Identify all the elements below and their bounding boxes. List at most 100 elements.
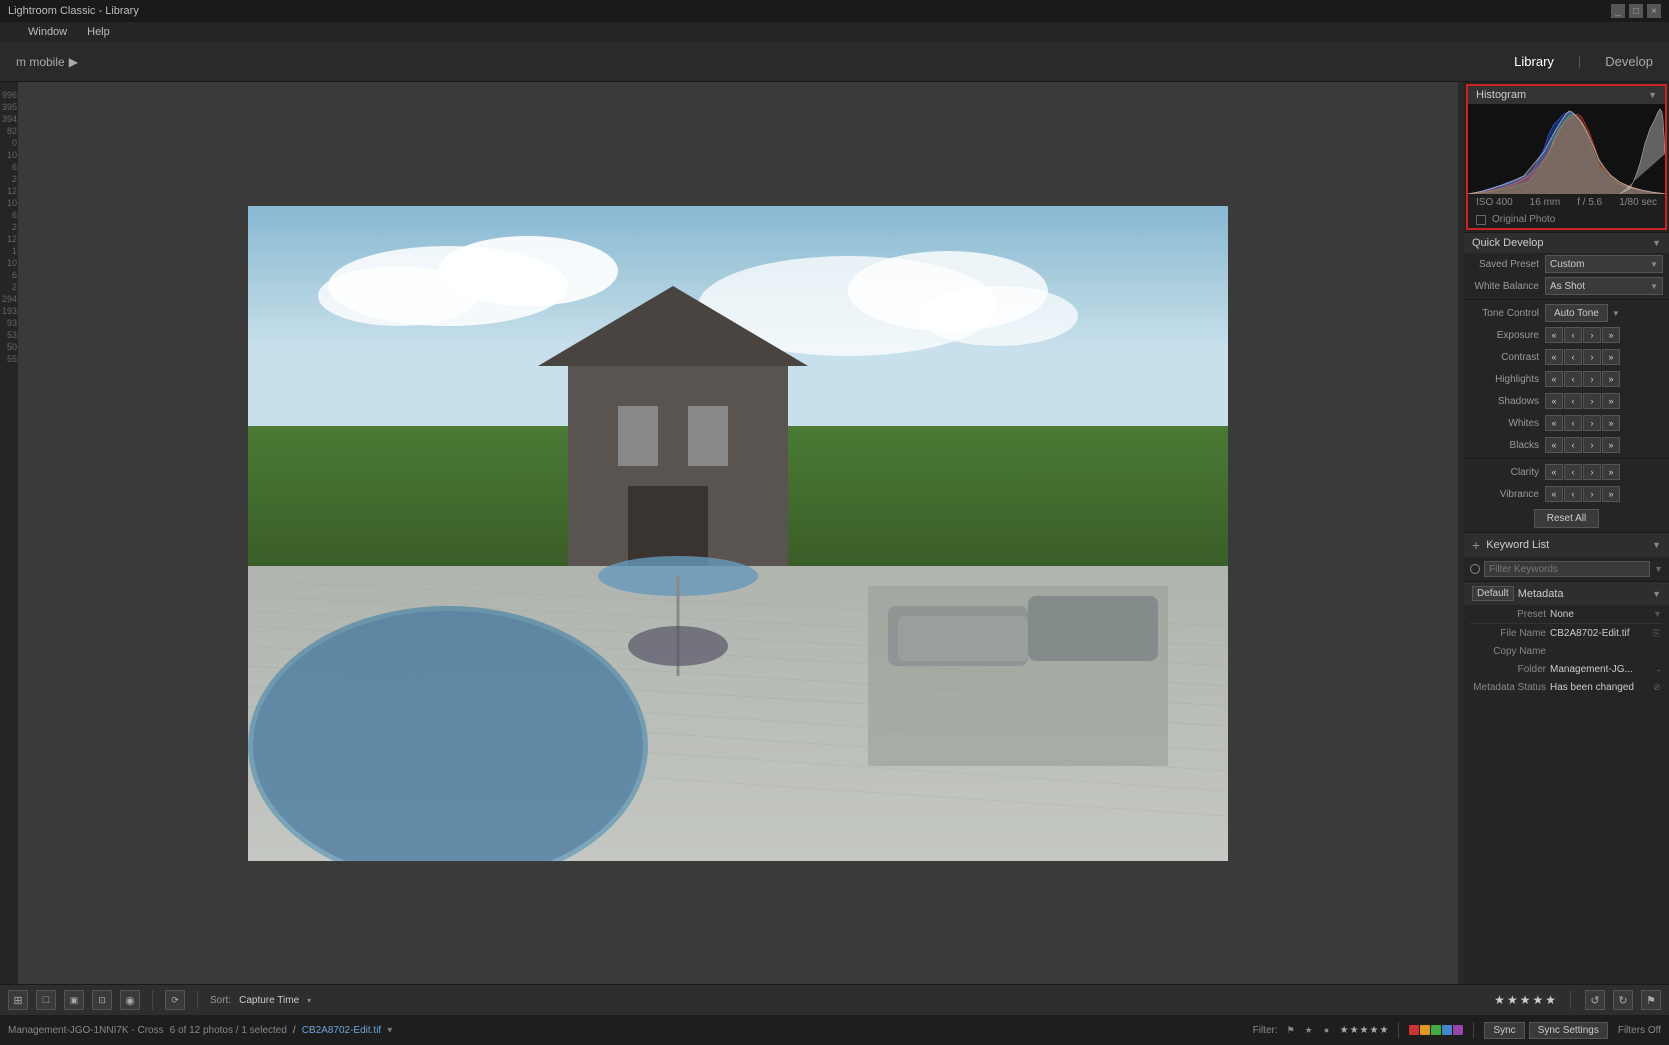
filter-star-3[interactable]: ★	[1360, 1025, 1369, 1036]
color-filter-icon[interactable]: ●	[1320, 1023, 1334, 1037]
main-layout: 996 395 394 82 0 10 6 2 12 10 6 2 12 1 1…	[0, 82, 1669, 984]
filter-keyword-toggle[interactable]	[1470, 564, 1480, 574]
file-name-copy-icon[interactable]: ⎘	[1653, 628, 1663, 639]
close-button[interactable]: ×	[1647, 4, 1661, 18]
nav-tab-develop[interactable]: Develop	[1605, 54, 1653, 69]
color-label-green[interactable]	[1431, 1025, 1441, 1035]
contrast-increment[interactable]: ›	[1583, 349, 1601, 365]
exposure-increment-large[interactable]: »	[1602, 327, 1620, 343]
shadows-decrement-large[interactable]: «	[1545, 393, 1563, 409]
star-1[interactable]: ★	[1494, 993, 1505, 1007]
rotate-left-button[interactable]: ↺	[1585, 990, 1605, 1010]
saved-preset-select[interactable]: Custom ▼	[1545, 255, 1663, 273]
compare-view-button[interactable]: ▣	[64, 990, 84, 1010]
sync-settings-button[interactable]: Sync Settings	[1529, 1022, 1608, 1039]
maximize-button[interactable]: □	[1629, 4, 1643, 18]
flag-button[interactable]: ⚑	[1641, 990, 1661, 1010]
window-controls[interactable]: _ □ ×	[1611, 4, 1661, 18]
grid-view-button[interactable]: ⊞	[8, 990, 28, 1010]
main-photo	[248, 206, 1228, 861]
keywording-add-icon[interactable]: +	[1472, 537, 1480, 553]
shadows-increment-large[interactable]: »	[1602, 393, 1620, 409]
quick-develop-title: Quick Develop	[1472, 237, 1544, 249]
color-label-red[interactable]	[1409, 1025, 1419, 1035]
whites-increment-large[interactable]: »	[1602, 415, 1620, 431]
sort-value[interactable]: Capture Time	[239, 995, 299, 1006]
exposure-decrement-large[interactable]: «	[1545, 327, 1563, 343]
histogram-display	[1468, 104, 1665, 194]
filter-label: Filter:	[1253, 1025, 1278, 1036]
exposure-decrement[interactable]: ‹	[1564, 327, 1582, 343]
blacks-decrement[interactable]: ‹	[1564, 437, 1582, 453]
metadata-header[interactable]: Default Metadata ▼	[1464, 582, 1669, 605]
metadata-status-value: Has been changed	[1550, 682, 1653, 693]
auto-tone-button[interactable]: Auto Tone	[1545, 304, 1608, 322]
clarity-increment[interactable]: ›	[1583, 464, 1601, 480]
folder-navigate-icon[interactable]: →	[1653, 664, 1663, 674]
menu-help[interactable]: Help	[83, 26, 114, 38]
app-title: Lightroom Classic - Library	[8, 5, 139, 17]
rotate-view-button[interactable]: ⟳	[165, 990, 185, 1010]
keywording-header[interactable]: + Keyword List ▼	[1464, 533, 1669, 557]
rotate-right-button[interactable]: ↻	[1613, 990, 1633, 1010]
vibrance-increment-large[interactable]: »	[1602, 486, 1620, 502]
sync-button[interactable]: Sync	[1484, 1022, 1524, 1039]
clarity-decrement-large[interactable]: «	[1545, 464, 1563, 480]
keyword-filter-input[interactable]	[1484, 561, 1650, 577]
blacks-increment[interactable]: ›	[1583, 437, 1601, 453]
whites-decrement-large[interactable]: «	[1545, 415, 1563, 431]
shadows-decrement[interactable]: ‹	[1564, 393, 1582, 409]
minimize-button[interactable]: _	[1611, 4, 1625, 18]
star-3[interactable]: ★	[1520, 993, 1531, 1007]
highlights-decrement-large[interactable]: «	[1545, 371, 1563, 387]
people-view-button[interactable]: ◉	[120, 990, 140, 1010]
original-photo-checkbox[interactable]	[1476, 215, 1486, 225]
blacks-decrement-large[interactable]: «	[1545, 437, 1563, 453]
reset-all-button[interactable]: Reset All	[1534, 509, 1599, 528]
highlights-increment[interactable]: ›	[1583, 371, 1601, 387]
highlights-decrement[interactable]: ‹	[1564, 371, 1582, 387]
panel-num-2: 395	[1, 102, 17, 112]
survey-view-button[interactable]: ⊡	[92, 990, 112, 1010]
filter-star-2[interactable]: ★	[1350, 1025, 1359, 1036]
blacks-increment-large[interactable]: »	[1602, 437, 1620, 453]
filter-star-1[interactable]: ★	[1340, 1025, 1349, 1036]
filter-star-5[interactable]: ★	[1379, 1025, 1388, 1036]
color-label-purple[interactable]	[1453, 1025, 1463, 1035]
vibrance-decrement-large[interactable]: «	[1545, 486, 1563, 502]
filter-star-4[interactable]: ★	[1370, 1025, 1379, 1036]
qd-divider-2	[1464, 458, 1669, 459]
mobile-arrow[interactable]: ▶	[69, 55, 78, 69]
whites-increment[interactable]: ›	[1583, 415, 1601, 431]
star-4[interactable]: ★	[1532, 993, 1543, 1007]
contrast-increment-large[interactable]: »	[1602, 349, 1620, 365]
star-5[interactable]: ★	[1545, 993, 1556, 1007]
color-label-blue[interactable]	[1442, 1025, 1452, 1035]
metadata-default-select[interactable]: Default	[1472, 586, 1514, 601]
current-filename[interactable]: CB2A8702-Edit.tif	[302, 1025, 382, 1036]
flag-filter-icon[interactable]: ⚑	[1284, 1023, 1298, 1037]
star-filter-icon[interactable]: ★	[1302, 1023, 1316, 1037]
quick-develop-header[interactable]: Quick Develop ▼	[1464, 233, 1669, 253]
vibrance-increment[interactable]: ›	[1583, 486, 1601, 502]
histogram-header[interactable]: Histogram ▼	[1468, 86, 1665, 104]
clarity-increment-large[interactable]: »	[1602, 464, 1620, 480]
vibrance-decrement[interactable]: ‹	[1564, 486, 1582, 502]
metadata-status-icon[interactable]: ⊘	[1653, 682, 1663, 693]
panel-num-4: 82	[1, 126, 17, 136]
contrast-decrement-large[interactable]: «	[1545, 349, 1563, 365]
star-2[interactable]: ★	[1507, 993, 1518, 1007]
white-balance-select[interactable]: As Shot ▼	[1545, 277, 1663, 295]
exposure-increment[interactable]: ›	[1583, 327, 1601, 343]
loupe-view-button[interactable]: □	[36, 990, 56, 1010]
clarity-row: Clarity « ‹ › »	[1464, 461, 1669, 483]
filter-icons: ⚑ ★ ●	[1284, 1023, 1334, 1037]
shadows-increment[interactable]: ›	[1583, 393, 1601, 409]
contrast-decrement[interactable]: ‹	[1564, 349, 1582, 365]
nav-tab-library[interactable]: Library	[1514, 54, 1554, 69]
color-label-yellow[interactable]	[1420, 1025, 1430, 1035]
clarity-decrement[interactable]: ‹	[1564, 464, 1582, 480]
whites-decrement[interactable]: ‹	[1564, 415, 1582, 431]
highlights-increment-large[interactable]: »	[1602, 371, 1620, 387]
menu-window[interactable]: Window	[24, 26, 71, 38]
